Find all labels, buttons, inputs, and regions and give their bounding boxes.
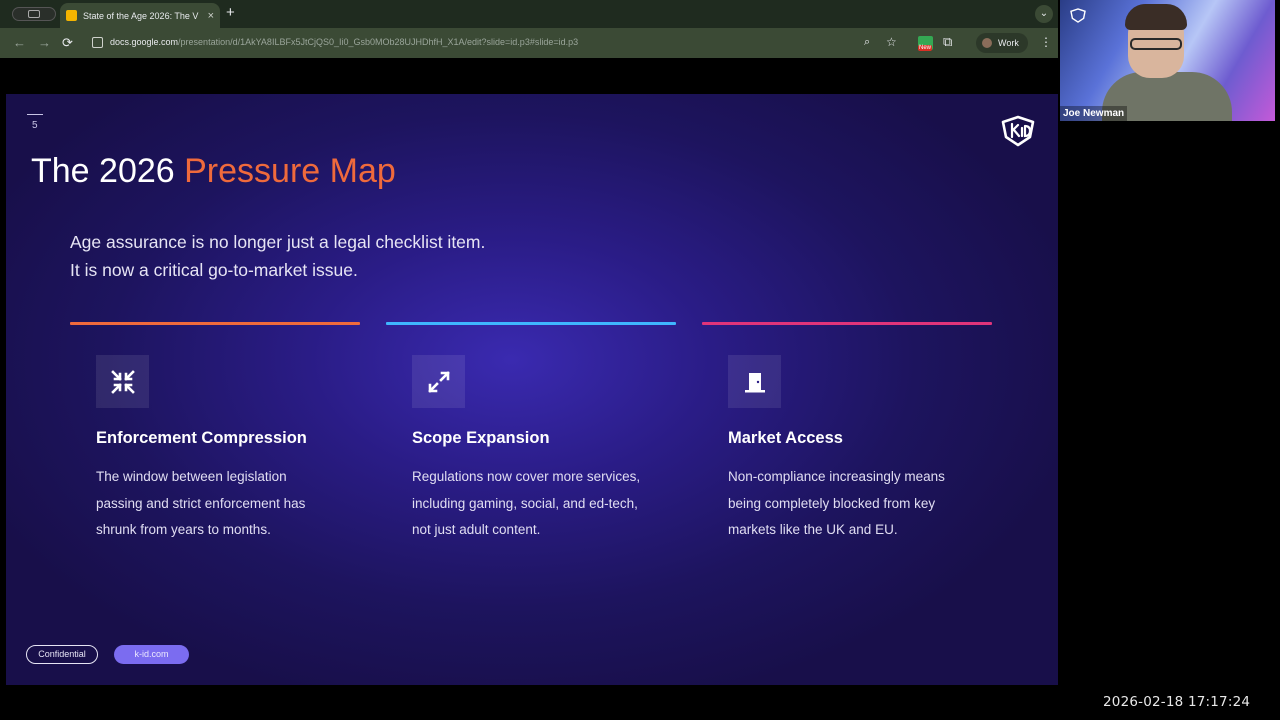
tab-overview-icon [28, 10, 40, 18]
presentation-slide[interactable]: 5 The 2026 Pressure Map Age assurance is… [6, 94, 1058, 685]
lead-line-1: Age assurance is no longer just a legal … [70, 232, 486, 252]
kid-logo-icon [1001, 115, 1035, 147]
column-accent-rule [70, 322, 360, 325]
slide-lead: Age assurance is no longer just a legal … [70, 228, 485, 284]
tab-title: State of the Age 2026: The V [83, 10, 199, 21]
browser-toolbar: ← → ⟳ docs.google.com/presentation/d/1Ak… [0, 28, 1058, 58]
browser-window: State of the Age 2026: The V × + ⌄ ← → ⟳… [0, 0, 1058, 720]
extension-badge: New [918, 45, 933, 51]
url-path: /presentation/d/1AkYA8ILBFx5JtCjQS0_Ii0_… [178, 37, 579, 47]
tab-list-button[interactable]: ⌄ [1035, 5, 1053, 23]
column-body: Non-compliance increasingly means being … [728, 469, 945, 537]
column-body: Regulations now cover more services, inc… [412, 469, 641, 537]
recording-timestamp: 2026-02-18 17:17:24 [1103, 694, 1251, 710]
profile-label: Work [998, 38, 1019, 48]
new-tab-button[interactable]: + [226, 5, 235, 21]
slides-favicon-icon [66, 10, 77, 21]
forward-button[interactable]: → [38, 35, 51, 51]
lead-line-2: It is now a critical go-to-market issue. [70, 260, 358, 280]
extension-new-icon[interactable]: New [918, 36, 933, 51]
tab-search-button[interactable] [12, 7, 56, 21]
confidential-badge: Confidential [26, 645, 98, 664]
site-link-badge[interactable]: k-id.com [114, 645, 189, 664]
url-host: docs.google.com [110, 37, 179, 47]
profile-avatar [982, 38, 992, 48]
reload-button[interactable]: ⟳ [62, 35, 73, 51]
bookmark-star-icon[interactable]: ☆ [886, 35, 897, 49]
participant-glasses [1130, 38, 1182, 50]
slide-title-accent: Pressure Map [184, 152, 396, 190]
slide-title-prefix: The 2026 [31, 152, 185, 190]
tab-active[interactable]: State of the Age 2026: The V × [60, 3, 220, 28]
door-icon [728, 355, 781, 408]
slide-number: 5 [32, 120, 38, 131]
column-enforcement: Enforcement Compression The window betwe… [70, 322, 360, 537]
browser-menu-icon[interactable]: ⋮ [1040, 35, 1052, 49]
slide-number-rule [27, 114, 43, 115]
participant-name: Joe Newman [1060, 106, 1128, 121]
compress-icon [96, 355, 149, 408]
column-scope: Scope Expansion Regulations now cover mo… [386, 322, 676, 537]
url-text[interactable]: docs.google.com/presentation/d/1AkYA8ILB… [110, 37, 578, 47]
participant-video-tile[interactable]: Joe Newman [1060, 0, 1275, 121]
column-title: Market Access [728, 429, 843, 447]
slide-title: The 2026 Pressure Map [31, 152, 396, 191]
participant-hair [1125, 4, 1187, 30]
column-title: Enforcement Compression [96, 429, 307, 447]
zoom-icon[interactable]: ⌕ [864, 36, 870, 49]
tab-strip: State of the Age 2026: The V × + ⌄ [0, 0, 1058, 28]
column-body: The window between legislation passing a… [96, 469, 306, 537]
extensions-puzzle-icon[interactable]: ⧉ [943, 34, 952, 50]
column-market: Market Access Non-compliance increasingl… [702, 322, 992, 537]
back-button[interactable]: ← [13, 35, 26, 51]
profile-button[interactable]: Work [976, 33, 1028, 53]
expand-icon [412, 355, 465, 408]
column-accent-rule [386, 322, 676, 325]
kid-logo-icon [1070, 8, 1086, 23]
site-info-icon[interactable] [92, 37, 103, 48]
tab-close-icon[interactable]: × [208, 10, 214, 22]
column-title: Scope Expansion [412, 429, 550, 447]
address-bar[interactable]: docs.google.com/presentation/d/1AkYA8ILB… [84, 32, 904, 54]
column-accent-rule [702, 322, 992, 325]
